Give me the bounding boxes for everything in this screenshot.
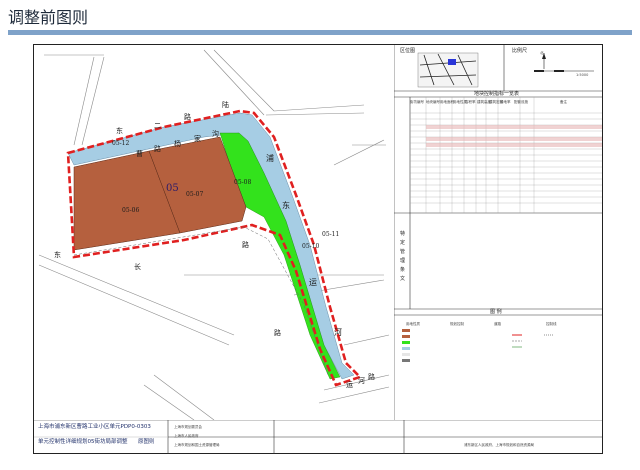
label-road-mid: 路 [242,240,249,249]
location-minimap [417,52,479,88]
legend-group-landuse: 用地性质 [406,322,420,326]
site-map: 05 05-06 05-07 05-12 05-08 05-11 05-10 东… [34,45,394,420]
title-block-col-a: 上海市规划委员会 [174,425,202,429]
legend-title: 图 例 [490,309,502,315]
heading-rule [8,30,632,35]
label-canal-5: 沟 [212,129,219,138]
label-road-bottom4: 路 [368,372,375,381]
label-block-number: 05 [166,183,179,194]
control-table-headers: 街坊编号 地块编号 用地面积 用地性质 容积率 建筑高度 建筑密度 绿地率 配套… [410,99,602,111]
label-river-3: 运 [309,278,317,287]
table-header-7: 绿地率 [500,100,511,104]
legend-group-road: 道路 [494,322,501,326]
title-block-bottom-right: 浦东新区人民政府、上海市规划和自然资源局 [464,443,534,447]
label-road-north-1: 东 [116,126,123,135]
title-line-1: 上海市浦东新区曹路工业小区单元PDP0-0303 [38,424,151,430]
table-header-0: 街坊编号 [410,100,424,104]
legend-group-control: 规划控制 [450,322,464,326]
table-header-9: 备注 [560,100,567,104]
label-parcel-05-12: 05-12 [112,140,129,147]
table-header-1: 地块编号 [426,100,440,104]
legend-swatches [402,329,554,362]
label-road-north-3: 二 [154,122,161,130]
label-road-left: 东 [54,250,61,259]
location-map-label: 区位图 [400,48,416,54]
notes-title: 特定管理条文 [400,231,406,282]
label-road-bottom: 路 [274,328,281,337]
label-parcel-05-10: 05-10 [302,243,319,250]
label-parcel-05-11: 05-11 [322,231,339,238]
title-block-col-b: 上海市人民政府 [174,434,199,438]
north-label: 北 [540,51,544,55]
label-canal-3: 杨 [174,139,181,148]
label-river-4: 河 [334,327,342,337]
control-table-title: 地块控制指标一览表 [474,91,520,97]
plan-sheet: 05 05-06 05-07 05-12 05-08 05-11 05-10 东… [33,44,603,454]
page-heading: 调整前图则 [8,8,89,27]
label-parcel-05-06: 05-06 [122,207,139,214]
title-block-col-c: 上海市规划和国土资源管理局 [174,443,220,447]
label-road-bottom2: 运 [346,381,353,389]
scale-label: 比例尺 [512,48,528,54]
table-header-4: 容积率 [465,100,476,104]
table-header-2: 用地面积 [440,100,454,104]
label-river-1: 浦 [266,153,274,163]
table-header-8: 配套设施 [514,100,528,104]
title-line-2: 单元控制性详细规划05街坊局部调整 [38,439,128,445]
scale-value: 1:5000 [576,73,589,77]
label-road-bottom3: 河 [358,377,365,385]
label-road-left2: 长 [134,262,141,271]
label-canal-4: 家 [194,134,201,143]
title-line-2-suffix: 原图则 [138,439,155,445]
label-canal-1: 曹 [136,149,143,158]
scale-bar-graphic [534,53,594,72]
label-parcel-05-07: 05-07 [186,191,203,198]
label-parcel-05-08: 05-08 [234,179,251,186]
label-canal-2: 路 [154,144,161,153]
label-river-2: 东 [282,200,290,210]
label-road-north-2: 路 [184,112,191,121]
label-road-north-4: 陆 [222,100,229,109]
legend-group-controlline: 控制线 [546,322,557,326]
